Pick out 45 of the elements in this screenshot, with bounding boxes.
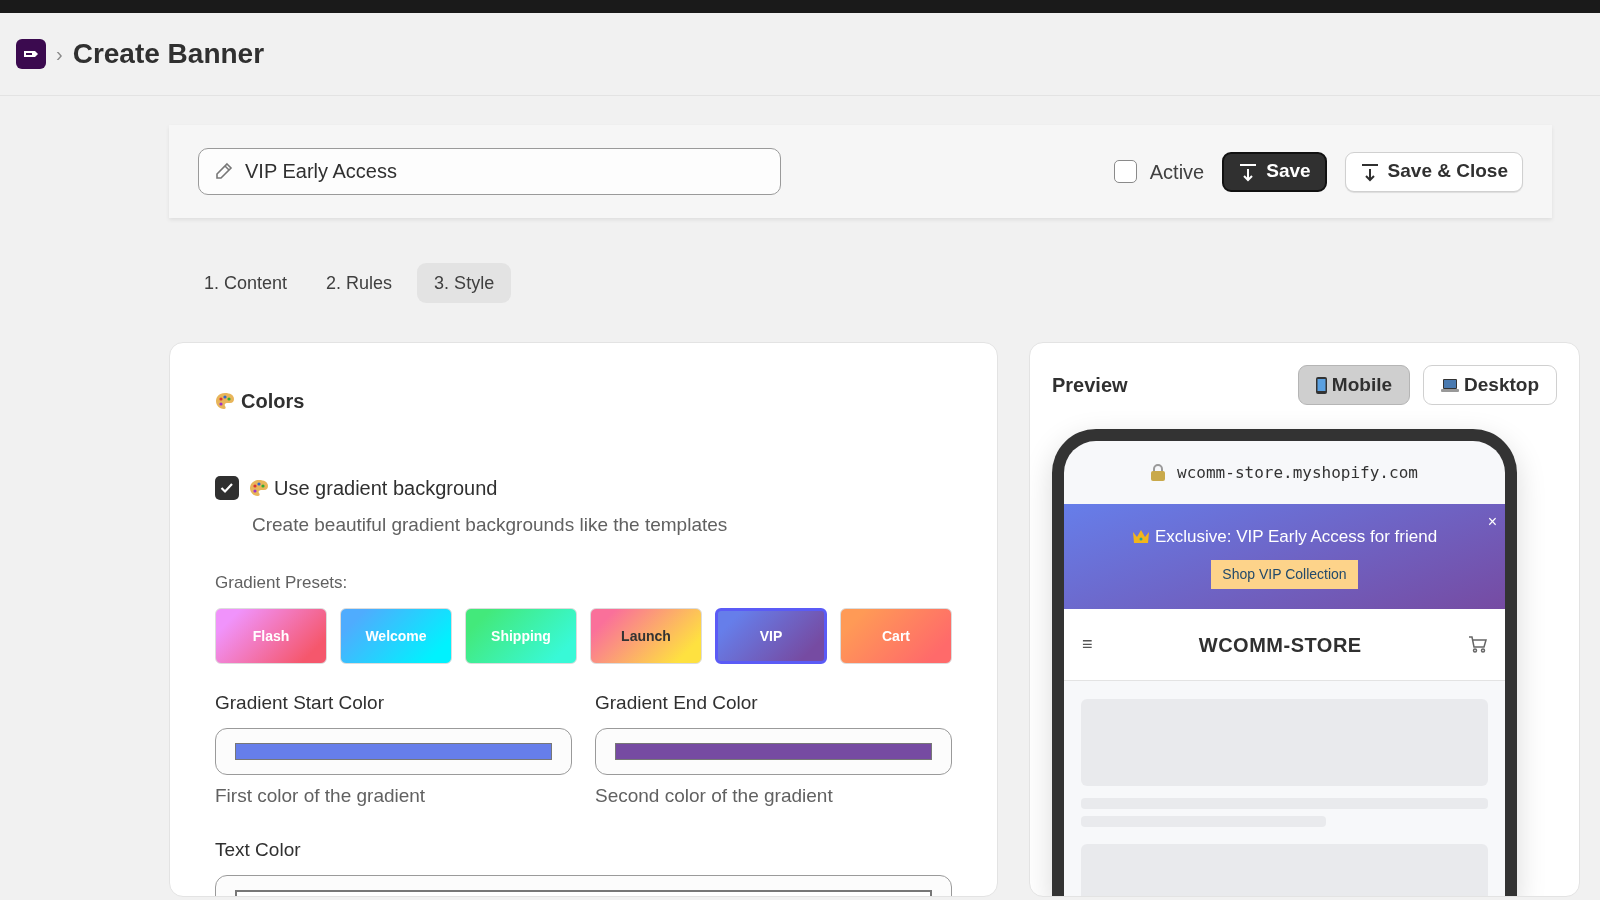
gradient-option-label: Use gradient background [274,476,498,501]
step-tab[interactable]: 2. Rules [312,263,407,303]
color-field[interactable] [215,727,572,775]
banner-close-button[interactable]: × [1487,514,1497,530]
gradient-preset[interactable]: Launch [590,608,702,664]
active-label: Active [1149,159,1205,185]
phone-icon [1315,376,1327,394]
preview-title: Preview [1052,373,1128,398]
palette-icon [249,479,269,497]
save-and-close-button[interactable]: Save & Close [1344,151,1523,192]
palette-icon [215,392,235,410]
url-text: wcomm-store.myshopify.com [1177,461,1418,484]
active-checkbox[interactable] [1113,160,1137,183]
section-title: Colors [241,389,305,414]
pencil-icon [214,161,234,181]
page-title: Create Banner [72,37,265,71]
save-button[interactable]: Save [1222,151,1327,192]
gradient-option-description: Create beautiful gradient backgrounds like the templates [252,513,729,537]
app-logo-icon [16,39,46,69]
menu-icon[interactable]: ≡ [1082,631,1093,658]
field-label: Gradient Start Color [215,691,385,715]
color-field[interactable] [595,727,952,775]
presets-label: Gradient Presets: [215,571,349,594]
laptop-icon [1441,377,1460,393]
cart-icon[interactable] [1468,636,1487,653]
store-name: WCOMM-STORE [1197,632,1363,658]
save-icon [1238,161,1259,182]
step-tab[interactable]: 1. Content [190,263,302,303]
step-tab[interactable]: 3. Style [417,263,512,303]
field-hint: Second color of the gradient [595,783,834,808]
banner-cta-button[interactable]: Shop VIP Collection [1211,559,1358,589]
banner-message: Exclusive: VIP Early Access for friend [1154,526,1438,548]
preview-mode-toggle[interactable]: Desktop [1423,365,1557,405]
field-label: Gradient End Color [595,691,759,715]
gradient-preset[interactable]: VIP [715,608,827,664]
crown-icon [1131,529,1150,545]
checkmark-icon [220,482,234,494]
lock-icon [1151,464,1166,481]
gradient-checkbox[interactable] [215,476,239,500]
field-hint: First color of the gradient [215,783,427,808]
breadcrumb-separator: › [56,42,63,67]
preview-mode-toggle[interactable]: Mobile [1297,365,1411,405]
banner-name-field[interactable]: VIP Early Access [198,148,781,195]
field-label: Text Color [215,838,302,862]
save-icon [1359,161,1380,182]
